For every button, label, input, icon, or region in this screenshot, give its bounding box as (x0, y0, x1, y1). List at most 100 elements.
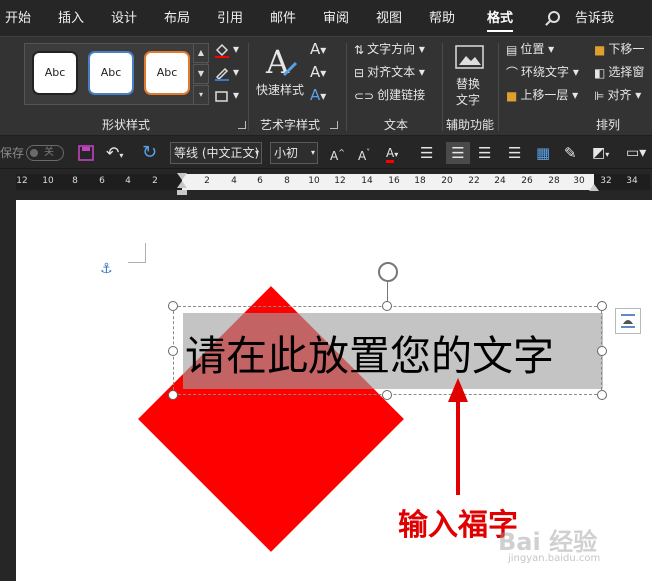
align-center-button[interactable]: ☰ (446, 142, 470, 164)
text-fill-a-icon: A (310, 40, 321, 58)
text-outline-button[interactable]: A▾ (310, 62, 326, 82)
group-label-text: 文本 (384, 118, 409, 132)
align-text-icon: ⊟ (354, 65, 365, 80)
save-icon[interactable] (78, 145, 94, 161)
alt-text-button[interactable]: 替换 文字 (452, 43, 488, 109)
ruler-number: 6 (257, 176, 263, 186)
align-right-button[interactable]: ☰ (478, 142, 491, 164)
send-backward-button[interactable]: ■ 下移一 (594, 39, 644, 59)
search-icon[interactable] (548, 11, 560, 23)
dropdown-arrow-icon: ▾ (320, 66, 327, 80)
align-left-button[interactable]: ☰ (420, 142, 433, 164)
font-name-combo[interactable]: 等线 (中文正文) ▾ (170, 142, 262, 164)
shape-style-preset-3[interactable]: Abc (144, 51, 190, 95)
text-effects-button[interactable]: A▾ (310, 85, 326, 105)
gallery-down-icon[interactable]: ▼ (193, 64, 209, 84)
align-text-label: 对齐文本 (367, 65, 416, 79)
tab-references[interactable]: 引用 (217, 0, 243, 36)
dropdown-arrow-icon: ▾ (394, 150, 399, 159)
justify-button[interactable]: ☰ (508, 142, 521, 164)
distribute-button[interactable]: ▦ (536, 142, 550, 164)
resize-handle-s[interactable] (382, 390, 392, 400)
wrap-text-button[interactable]: ⌒ 环绕文字 ▾ (506, 62, 579, 82)
resize-handle-n[interactable] (382, 301, 392, 311)
alt-text-label-2: 文字 (456, 93, 481, 107)
ruler-number: 28 (548, 176, 560, 186)
dropdown-arrow-icon: ▾ (320, 89, 327, 103)
tab-view[interactable]: 视图 (376, 0, 402, 36)
dialog-launcher-icon[interactable] (330, 121, 338, 129)
resize-handle-se[interactable] (597, 390, 607, 400)
shape-outline-qat-button[interactable]: ◩▾ (592, 142, 609, 164)
autosave-toggle[interactable]: 关 (26, 145, 64, 161)
shape-outline-button[interactable]: ▾ (214, 62, 239, 82)
dropdown-arrow-icon: ▾ (320, 43, 327, 57)
tab-review[interactable]: 审阅 (323, 0, 349, 36)
dropdown-arrow-icon: ▾ (254, 148, 259, 157)
indent-marker-icon[interactable] (176, 172, 188, 198)
tab-design[interactable]: 设计 (111, 0, 137, 36)
textbox-text[interactable]: 请在此放置您的文字 (185, 322, 554, 382)
ruler-number: 34 (626, 176, 638, 186)
tell-me-box[interactable]: 告诉我 (575, 0, 614, 36)
tab-insert[interactable]: 插入 (58, 0, 84, 36)
shape-effects-icon (215, 90, 228, 102)
position-icon: ▤ (506, 42, 518, 57)
create-link-button[interactable]: ⊂⊃ 创建链接 (354, 85, 425, 105)
redo-button[interactable]: ↻ (142, 142, 157, 164)
distribute-icon: ▦ (536, 144, 551, 162)
group-divider (248, 43, 249, 131)
align-label: 对齐 (607, 88, 632, 102)
resize-handle-w[interactable] (168, 346, 178, 356)
more-qat-button[interactable]: ▭▾ (626, 142, 646, 164)
undo-icon: ↶ (106, 143, 120, 162)
text-fill-button[interactable]: A▾ (310, 39, 326, 59)
shape-effects-button[interactable]: ▾ (214, 85, 239, 105)
font-size-combo[interactable]: 小初 ▾ (270, 142, 318, 164)
shrink-font-button[interactable]: A˅ (358, 142, 370, 164)
layout-options-button[interactable] (615, 308, 641, 334)
create-link-label: 创建链接 (377, 88, 426, 102)
selection-pane-label: 选择窗 (608, 65, 645, 79)
rotate-handle-icon[interactable] (378, 262, 398, 282)
bring-forward-button[interactable]: ■ 上移一层 ▾ (506, 85, 578, 105)
align-right-icon: ☰ (478, 144, 492, 162)
text-direction-icon: ⇅ (354, 42, 365, 57)
quick-styles-button[interactable]: A 快速样式 (256, 43, 306, 103)
tab-format[interactable]: 格式 (487, 0, 514, 36)
gallery-up-icon[interactable]: ▲ (193, 43, 209, 63)
text-direction-button[interactable]: ⇅ 文字方向 ▾ (354, 39, 425, 59)
shape-fill-button[interactable]: ▾ (214, 39, 239, 59)
quick-access-toolbar: 保存 关 ↶▾ ↻ 等线 (中文正文) ▾ 小初 ▾ A^ A˅ A▾ ☰ ☰ ☰ … (0, 137, 652, 169)
dialog-launcher-icon[interactable] (238, 121, 246, 129)
tab-home[interactable]: 开始 (5, 0, 31, 36)
shape-style-preset-1[interactable]: Abc (32, 51, 78, 95)
undo-button[interactable]: ↶▾ (106, 142, 123, 164)
position-button[interactable]: ▤ 位置 ▾ (506, 39, 554, 59)
gallery-more-icon[interactable]: ▾ (193, 85, 209, 105)
layout-options-icon (621, 314, 635, 328)
watermark-logo: Bai 经验 (498, 528, 598, 556)
send-backward-icon: ■ (594, 42, 606, 57)
group-divider (442, 43, 443, 131)
align-button[interactable]: ⊫ 对齐 ▾ (594, 85, 641, 105)
resize-handle-ne[interactable] (597, 301, 607, 311)
tab-help[interactable]: 帮助 (429, 0, 455, 36)
align-text-button[interactable]: ⊟ 对齐文本 ▾ (354, 62, 425, 82)
horizontal-ruler[interactable]: 12 10 8 6 4 2 2 4 6 8 10 12 14 16 18 20 … (0, 170, 652, 196)
link-icon: ⊂⊃ (354, 88, 375, 103)
more-icon: ▭▾ (626, 145, 647, 161)
tab-mailings[interactable]: 邮件 (270, 0, 296, 36)
resize-handle-sw[interactable] (168, 390, 178, 400)
pen-outline-icon (215, 67, 229, 81)
font-color-button[interactable]: A▾ (386, 142, 398, 164)
ruler-number: 12 (16, 176, 28, 186)
grow-font-button[interactable]: A^ (330, 142, 345, 164)
resize-handle-nw[interactable] (168, 301, 178, 311)
tab-layout[interactable]: 布局 (164, 0, 190, 36)
shape-style-preset-2[interactable]: Abc (88, 51, 134, 95)
resize-handle-e[interactable] (597, 346, 607, 356)
format-painter-button[interactable]: ✎ (564, 142, 577, 164)
ruler-number: 2 (152, 176, 158, 186)
selection-pane-button[interactable]: ◧ 选择窗 (594, 62, 644, 82)
